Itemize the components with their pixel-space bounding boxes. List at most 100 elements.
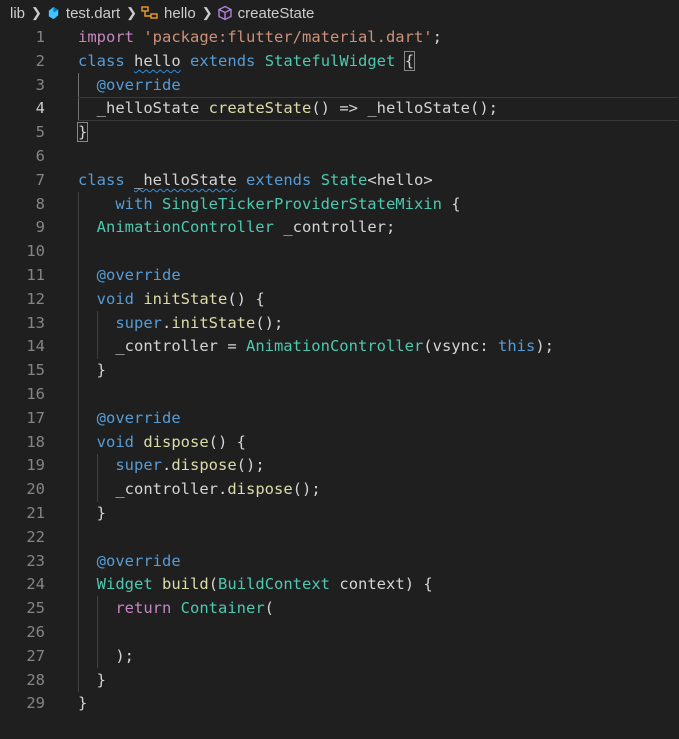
function-token: build	[162, 575, 209, 594]
keyword-token: with	[115, 194, 153, 213]
keyword-token: void	[96, 289, 134, 308]
code-line[interactable]: Widget build(BuildContext context) {	[78, 573, 678, 597]
keyword-token: extends	[190, 51, 256, 70]
code-line[interactable]: super.initState();	[78, 312, 678, 336]
chevron-right-icon: ❯	[201, 5, 213, 20]
brace-token: }	[76, 122, 89, 143]
code-line[interactable]: @override	[78, 264, 678, 288]
identifier-token: context	[339, 575, 405, 594]
code-line[interactable]: _controller = AnimationController(vsync:…	[78, 335, 678, 359]
line-number: 24	[26, 575, 45, 594]
code-line[interactable]: );	[78, 645, 678, 669]
code-editor[interactable]: lib ❯ test.dart ❯ hello ❯ createState 1 …	[0, 0, 679, 739]
punct-token: () {	[227, 289, 265, 308]
identifier-token: _helloState	[96, 99, 200, 118]
code-line[interactable]: @override	[78, 407, 678, 431]
punct-token: (	[264, 599, 275, 618]
chevron-right-icon: ❯	[126, 5, 138, 20]
keyword-token: class	[78, 51, 125, 70]
breadcrumb-class[interactable]: hello	[141, 5, 196, 22]
code-area[interactable]: import 'package:flutter/material.dart'; …	[76, 26, 678, 716]
breadcrumb-folder-label: lib	[10, 4, 26, 22]
code-line[interactable]: }	[78, 502, 678, 526]
code-line[interactable]: _helloState createState() => _helloState…	[78, 97, 678, 121]
identifier-token: vsync	[432, 337, 480, 356]
line-number: 4	[35, 99, 45, 118]
line-number: 3	[35, 75, 45, 94]
annotation-token: @override	[96, 408, 181, 427]
code-line[interactable]: @override	[78, 550, 678, 574]
code-line[interactable]: }	[78, 692, 678, 716]
code-line[interactable]: }	[76, 121, 678, 145]
code-line[interactable]: import 'package:flutter/material.dart';	[78, 26, 678, 50]
punct-token: .	[162, 313, 172, 332]
line-number: 1	[35, 28, 45, 46]
breadcrumb-method[interactable]: createState	[217, 5, 314, 22]
punct-token: () {	[208, 432, 246, 451]
code-line[interactable]: class _helloState extends State<hello>	[78, 169, 678, 193]
brace-token: }	[78, 694, 88, 713]
code-line[interactable]	[78, 145, 678, 169]
punct-token: );	[535, 337, 554, 356]
code-line[interactable]: with SingleTickerProviderStateMixin {	[78, 193, 678, 217]
line-number: 15	[26, 361, 45, 380]
code-line[interactable]	[78, 383, 678, 407]
code-line[interactable]: @override	[78, 74, 678, 98]
code-line[interactable]: }	[78, 359, 678, 383]
code-line[interactable]: return Container(	[78, 597, 678, 621]
line-number: 22	[26, 527, 45, 546]
code-line[interactable]	[78, 526, 678, 550]
code-line[interactable]: void initState() {	[78, 288, 678, 312]
identifier-token: hello	[376, 170, 424, 189]
function-token: initState	[171, 313, 256, 332]
code-line[interactable]: }	[78, 669, 678, 693]
line-number: 20	[26, 480, 45, 499]
code-line[interactable]: AnimationController _controller;	[78, 216, 678, 240]
code-line[interactable]	[78, 240, 678, 264]
keyword-token: class	[78, 170, 125, 189]
identifier-token: _helloState	[367, 99, 470, 118]
type-token: AnimationController	[245, 337, 424, 356]
line-number: 26	[26, 622, 45, 641]
identifier-token: _controller	[283, 218, 386, 237]
code-line[interactable]: _controller.dispose();	[78, 478, 678, 502]
keyword-token: return	[115, 599, 172, 618]
identifier-token: _controller	[115, 337, 218, 356]
punct-token: (	[208, 575, 219, 594]
type-token: Container	[180, 599, 265, 618]
punct-token: ();	[469, 99, 498, 118]
line-number: 5	[35, 123, 45, 142]
line-number: 6	[35, 146, 45, 165]
punct-token: ();	[236, 456, 265, 475]
breadcrumb-file-label: test.dart	[65, 4, 121, 22]
code-line[interactable]: super.dispose();	[78, 454, 678, 478]
type-token: StatefulWidget	[264, 51, 396, 70]
breadcrumb-file[interactable]: test.dart	[46, 5, 120, 22]
identifier-token: hello	[134, 51, 181, 70]
punct-token: );	[78, 646, 134, 665]
punct-token: ();	[292, 480, 321, 499]
line-number: 7	[35, 170, 45, 189]
annotation-token: @override	[96, 75, 181, 94]
code-line[interactable]: void dispose() {	[78, 431, 678, 455]
breadcrumb-folder[interactable]: lib	[10, 5, 25, 22]
punct-token: () =>	[311, 99, 368, 118]
chevron-right-icon: ❯	[31, 5, 42, 20]
code-line[interactable]	[78, 621, 678, 645]
code-line[interactable]: class hello extends StatefulWidget {	[78, 50, 678, 74]
identifier-token: _helloState	[134, 170, 237, 189]
